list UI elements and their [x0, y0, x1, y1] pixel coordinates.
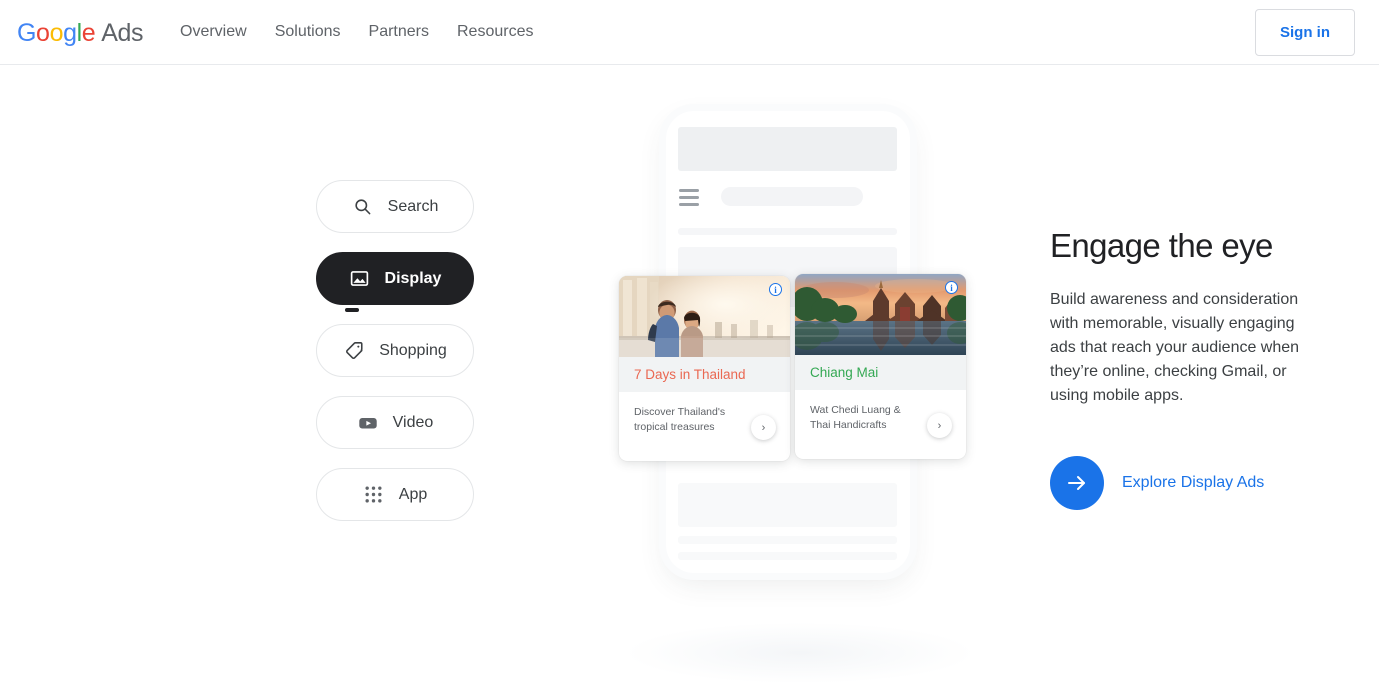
primary-nav: Overview Solutions Partners Resources: [180, 21, 533, 43]
chevron-right-icon[interactable]: ›: [751, 415, 776, 440]
grid-dots-icon: [363, 484, 385, 506]
ad-description: Wat Chedi Luang & Thai Handicrafts: [810, 404, 901, 431]
pill-label-display: Display: [384, 269, 442, 287]
display-ad-preview: i 7 Days in Thailand Discover Thailand's…: [600, 95, 1000, 683]
arrow-right-icon[interactable]: [1050, 456, 1104, 510]
skeleton-line-2: [678, 552, 897, 560]
pill-shopping[interactable]: Shopping: [316, 324, 474, 377]
nav-resources[interactable]: Resources: [457, 21, 533, 43]
logo-letter-o1: o: [36, 19, 50, 47]
pill-label-shopping: Shopping: [379, 341, 447, 359]
nav-overview[interactable]: Overview: [180, 21, 247, 43]
temple-at-sunset-photo: i: [795, 274, 966, 355]
pill-app[interactable]: App: [316, 468, 474, 521]
ad-choices-icon[interactable]: i: [945, 281, 958, 294]
skeleton-content-block-2: [678, 483, 897, 527]
logo-letter-G: G: [17, 19, 37, 47]
hero-copy: Engage the eye Build awareness and consi…: [1050, 226, 1320, 510]
pill-search[interactable]: Search: [316, 180, 474, 233]
image-icon: [349, 268, 371, 290]
youtube-icon: [357, 412, 379, 434]
ad-card[interactable]: i Chiang Mai Wat Chedi Luang & Thai Hand…: [795, 274, 966, 459]
nav-partners[interactable]: Partners: [369, 21, 429, 43]
search-icon: [352, 196, 374, 218]
ad-title: Chiang Mai: [810, 364, 879, 380]
chevron-right-icon[interactable]: ›: [927, 413, 952, 438]
logo-letter-o2: o: [49, 19, 64, 47]
logo-word-ads: Ads: [101, 19, 144, 47]
nav-solutions[interactable]: Solutions: [275, 21, 341, 43]
pill-display[interactable]: Display: [316, 252, 474, 305]
page-title: Engage the eye: [1050, 227, 1273, 264]
channel-selector: Search Display Shopping Video App: [316, 180, 474, 540]
ad-title: 7 Days in Thailand: [634, 366, 746, 382]
ad-description: Discover Thailand's tropical treasures: [634, 406, 726, 433]
pill-label-app: App: [398, 485, 428, 503]
pill-label-search: Search: [387, 197, 439, 215]
ad-body: Discover Thailand's tropical treasures ›: [619, 392, 790, 440]
skeleton-search-bar: [721, 187, 863, 206]
pill-label-video: Video: [392, 413, 434, 431]
ad-choices-icon[interactable]: i: [769, 283, 782, 296]
ad-card[interactable]: i 7 Days in Thailand Discover Thailand's…: [619, 276, 790, 461]
top-navigation-bar: Google Ads Overview Solutions Partners Re…: [0, 0, 1379, 65]
google-ads-logo[interactable]: Google Ads: [17, 19, 144, 47]
skeleton-divider-line: [678, 228, 897, 235]
couple-at-temple-photo: i: [619, 276, 790, 357]
shadow-ellipse: [628, 623, 972, 683]
explore-display-ads-link[interactable]: Explore Display Ads: [1122, 472, 1264, 494]
skeleton-line-1: [678, 536, 897, 544]
logo-letter-g: g: [63, 19, 77, 47]
tag-icon: [343, 340, 365, 362]
sign-in-button[interactable]: Sign in: [1255, 9, 1355, 56]
hamburger-menu-icon: [679, 189, 699, 210]
pill-video[interactable]: Video: [316, 396, 474, 449]
ad-title-band: 7 Days in Thailand: [619, 357, 790, 392]
logo-letter-e: e: [81, 19, 96, 47]
ad-title-band: Chiang Mai: [795, 355, 966, 390]
cta-group: Explore Display Ads: [1050, 456, 1320, 510]
hero-description: Build awareness and consideration with m…: [1050, 291, 1300, 404]
scroll-progress-indicator: [345, 308, 359, 312]
skeleton-hero-banner: [678, 127, 897, 171]
ad-body: Wat Chedi Luang & Thai Handicrafts ›: [795, 390, 966, 438]
